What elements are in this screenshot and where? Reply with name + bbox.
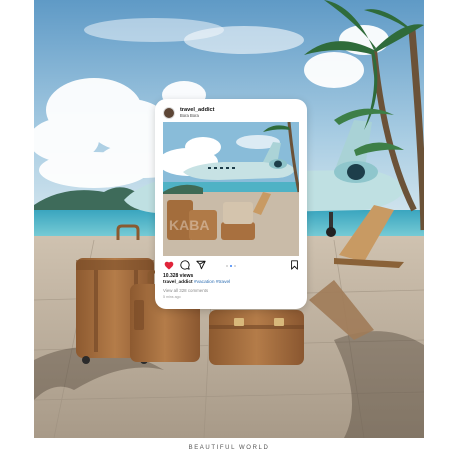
caption-hashtags[interactable]: #vacation #travel — [194, 280, 230, 285]
carousel-dot — [225, 265, 228, 268]
view-comments-link[interactable]: View all 328 comments — [163, 288, 208, 293]
post-header: travel_addict Bora Bora — [163, 105, 299, 121]
instagram-post-card: travel_addict Bora Bora KABA 10.328 view… — [155, 99, 307, 309]
post-photo-image: KABA — [163, 122, 299, 256]
post-location[interactable]: Bora Bora — [180, 113, 215, 118]
carousel-dot-active — [229, 265, 233, 268]
post-caption: travel_addict #vacation #travel — [163, 280, 230, 285]
carousel-dot — [234, 265, 237, 268]
post-timestamp: 5 mins ago — [163, 295, 181, 299]
profile-avatar[interactable] — [163, 107, 175, 119]
caption-username[interactable]: travel_addict — [163, 280, 193, 285]
carousel-indicator — [155, 265, 307, 268]
post-photo[interactable]: KABA — [163, 122, 299, 256]
post-author-info: travel_addict Bora Bora — [180, 107, 215, 119]
post-view-count[interactable]: 10.328 views — [163, 273, 193, 279]
svg-text:KABA: KABA — [169, 217, 209, 233]
footer-caption: BEAUTIFUL WORLD — [188, 445, 270, 451]
